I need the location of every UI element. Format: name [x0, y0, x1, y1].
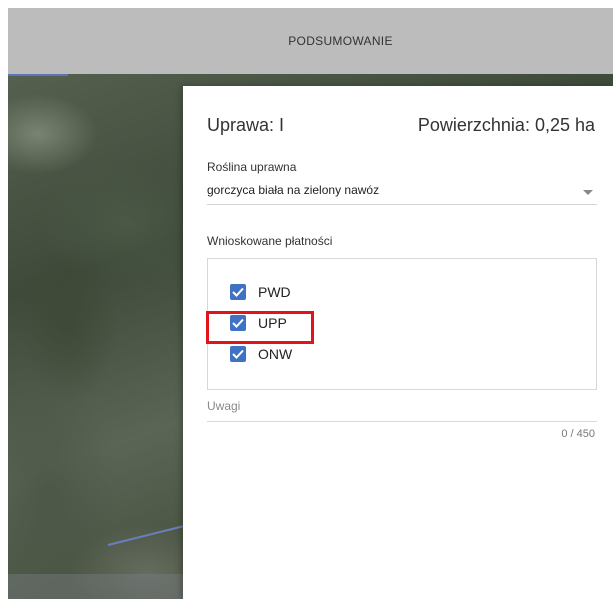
payment-checkbox-onw[interactable]: ONW: [230, 346, 292, 362]
check-icon[interactable]: [230, 346, 246, 362]
top-strip: [0, 0, 613, 8]
payments-label: Wnioskowane płatności: [207, 234, 333, 248]
payment-label: ONW: [258, 346, 293, 362]
header-title: PODSUMOWANIE: [288, 34, 393, 48]
notes-input[interactable]: Uwagi: [207, 399, 597, 422]
header-bar: PODSUMOWANIE: [8, 8, 613, 74]
notes-label: Uwagi: [207, 399, 241, 413]
crop-field-label: Roślina uprawna: [207, 160, 297, 174]
crop-id-label: Uprawa: I: [207, 115, 285, 135]
area-label: Powierzchnia: 0,25 ha: [417, 115, 595, 135]
payment-label: PWD: [258, 284, 291, 300]
payment-checkbox-pwd[interactable]: PWD: [230, 284, 291, 300]
panel-header: Uprawa: I Powierzchnia: 0,25 ha: [207, 115, 595, 136]
highlight-box-upp: [206, 311, 314, 344]
notes-char-counter: 0 / 450: [561, 428, 595, 440]
crop-select-value: gorczyca biała na zielony nawóz: [207, 183, 380, 197]
dropdown-arrow-icon[interactable]: [583, 190, 593, 195]
parcel-boundary-line: [8, 74, 68, 76]
check-icon[interactable]: [230, 284, 246, 300]
crop-select[interactable]: gorczyca biała na zielony nawóz: [207, 182, 597, 205]
